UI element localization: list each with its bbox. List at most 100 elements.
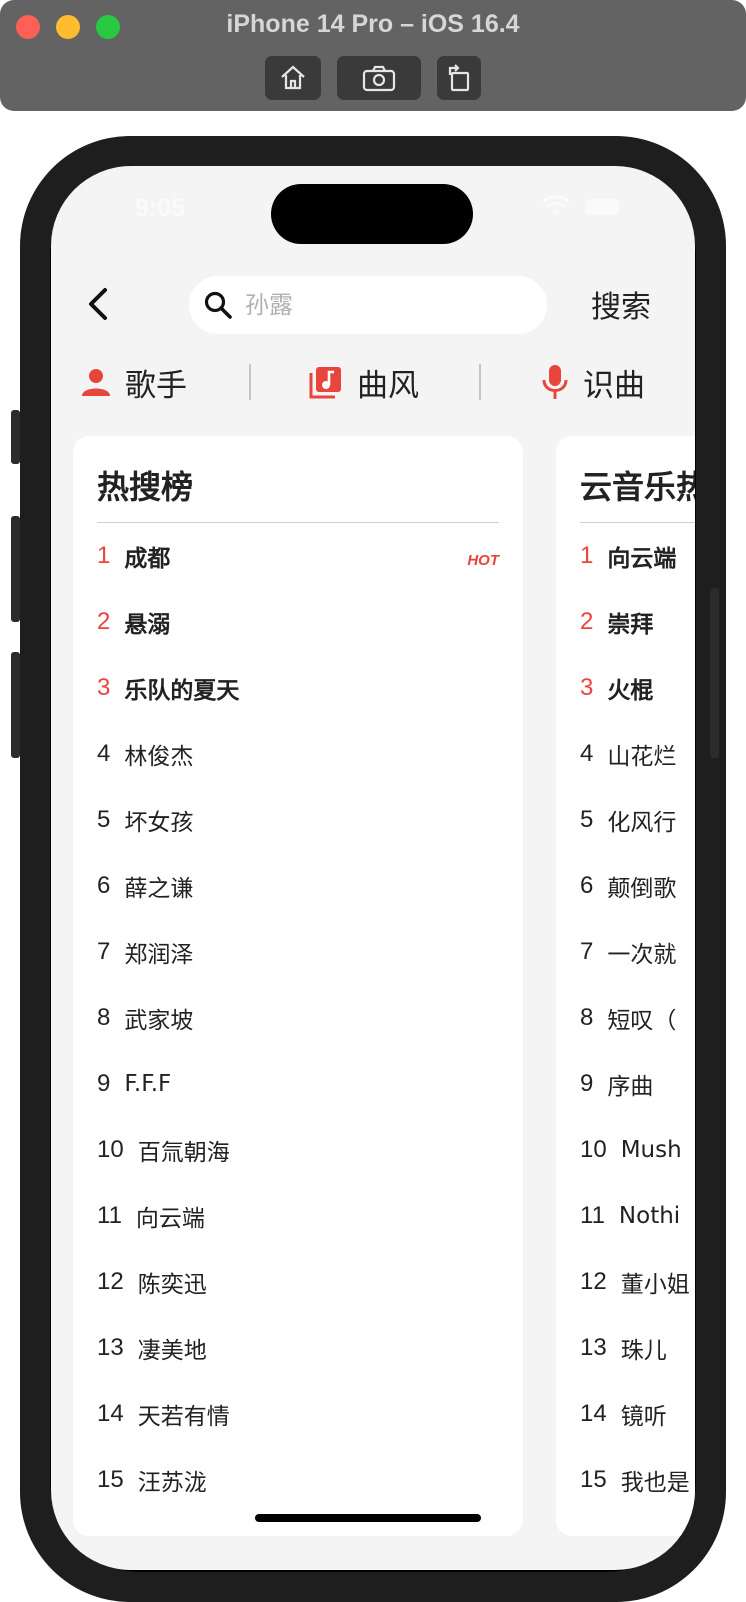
rank-number: 3 [580,674,594,701]
list-item[interactable]: 3 乐队的夏天 [97,668,239,708]
list-item[interactable]: 9 F.F.F [97,1064,171,1104]
power-button [710,588,719,758]
rank-number: 6 [580,872,594,899]
rotate-button[interactable] [437,56,481,100]
rank-number: 7 [580,938,594,965]
list-item-name: 武家坡 [124,1008,194,1034]
rank-number: 9 [580,1070,594,1097]
list-item-name: 序曲 [607,1074,654,1100]
list-item[interactable]: 14 镜听 [580,1394,667,1434]
list-item[interactable]: 13 凄美地 [97,1328,207,1368]
list-item[interactable]: 15 我也是 [580,1460,690,1500]
list-item[interactable]: 4 林俊杰 [97,734,193,774]
list-item[interactable]: 8 短叹（ [580,998,676,1038]
list-item[interactable]: 10 百氚朝海 [97,1130,230,1170]
music-hot-card: 云音乐热 1 向云端 2 崇拜 3 火棍 4 山花烂 5 化风行 6 颠倒歌 7 一次就 8 短叹（ 9 序曲 10… [556,436,695,1536]
list-item-name: 陈奕迅 [137,1272,207,1298]
list-item[interactable]: 1 向云端 [580,536,676,576]
list-item-name: 一次就 [607,942,677,968]
rank-number: 3 [97,674,111,701]
search-button[interactable]: 搜索 [591,282,651,326]
list-item[interactable]: 6 薛之谦 [97,866,193,906]
list-item-name: 百氚朝海 [137,1140,230,1166]
list-item-name: Mush [620,1137,682,1163]
category-divider [249,364,251,400]
list-item-name: 董小姐 [620,1272,690,1298]
card-title: 云音乐热 [580,468,695,506]
category-genre[interactable]: 曲风 [309,360,419,404]
list-item[interactable]: 11 向云端 [97,1196,205,1236]
list-item[interactable]: 2 崇拜 [580,602,653,642]
list-item-name: 颠倒歌 [607,876,677,902]
list-item-name: 薛之谦 [124,876,194,902]
list-item[interactable]: 7 郑润泽 [97,932,193,972]
rotate-icon [448,64,470,92]
list-item[interactable]: 4 山花烂 [580,734,676,774]
wifi-icon [541,196,571,216]
category-singer[interactable]: 歌手 [81,360,187,404]
screenshot-button[interactable] [337,56,421,100]
rank-number: 11 [97,1202,122,1229]
home-button[interactable] [265,56,321,100]
category-recognize[interactable]: 识曲 [541,360,645,404]
hot-search-card: 热搜榜 HOT 1 成都 2 悬溺 3 乐队的夏天 4 林俊杰 5 坏女孩 6 薛之谦 7 郑润泽 8 武家坡… [73,436,523,1536]
list-item-name: Nothi [618,1203,681,1229]
list-item[interactable]: 5 化风行 [580,800,676,840]
list-item[interactable]: 10 Mush [580,1130,682,1170]
list-item[interactable]: 6 颠倒歌 [580,866,676,906]
simulator-title-bar: iPhone 14 Pro – iOS 16.4 [0,0,746,111]
phone-screen: 9:05 搜索 歌手 曲风 识曲 热搜榜 HOT 1 成都 2 悬溺 3 乐队的夏天 4 林俊… [51,166,695,1570]
list-item-name: 珠儿 [620,1338,667,1364]
list-item[interactable]: 3 火棍 [580,668,653,708]
rank-number: 10 [580,1136,607,1163]
mute-switch [11,410,20,464]
volume-up-button [11,516,20,622]
list-item-name: 郑润泽 [124,942,194,968]
rank-number: 15 [97,1466,124,1493]
screenshot-icon [362,65,396,92]
rank-number: 1 [97,542,111,569]
list-item[interactable]: 15 汪苏泷 [97,1460,207,1500]
list-item-name: 林俊杰 [124,744,194,770]
rank-number: 1 [580,542,594,569]
list-item[interactable]: 12 董小姐 [580,1262,690,1302]
list-item[interactable]: 8 武家坡 [97,998,193,1038]
list-item-name: 崇拜 [607,612,654,638]
category-label: 曲风 [357,367,419,404]
list-item[interactable]: 7 一次就 [580,932,676,972]
search-input[interactable] [243,290,527,320]
card-divider [580,522,695,523]
list-item-name: 乐队的夏天 [124,678,240,704]
list-item[interactable]: 12 陈奕迅 [97,1262,207,1302]
rank-number: 12 [97,1268,124,1295]
list-item-name: 山花烂 [607,744,677,770]
list-item[interactable]: 11 Nothi [580,1196,680,1236]
list-item[interactable]: 9 序曲 [580,1064,653,1104]
category-label: 识曲 [583,367,645,404]
list-item[interactable]: 5 坏女孩 [97,800,193,840]
list-item-name: F.F.F [124,1071,172,1097]
search-box[interactable] [189,276,547,334]
list-item[interactable]: 1 成都 [97,536,170,576]
list-item[interactable]: 13 珠儿 [580,1328,667,1368]
rank-number: 4 [580,740,594,767]
card-divider [97,522,499,523]
list-item-name: 天若有情 [137,1404,230,1430]
dynamic-island [271,184,473,244]
list-item-name: 向云端 [135,1206,205,1232]
rank-number: 6 [97,872,111,899]
list-item-name: 成都 [124,546,171,572]
back-chevron-icon[interactable] [81,284,117,324]
list-item-name: 凄美地 [137,1338,207,1364]
list-item-name: 火棍 [607,678,654,704]
list-item[interactable]: 2 悬溺 [97,602,170,642]
rank-number: 4 [97,740,111,767]
category-divider [479,364,481,400]
rank-number: 12 [580,1268,607,1295]
list-item[interactable]: 14 天若有情 [97,1394,230,1434]
rank-number: 14 [580,1400,607,1427]
rank-number: 13 [580,1334,607,1361]
rank-number: 11 [580,1202,605,1229]
list-item-name: 悬溺 [124,612,171,638]
volume-down-button [11,652,20,758]
